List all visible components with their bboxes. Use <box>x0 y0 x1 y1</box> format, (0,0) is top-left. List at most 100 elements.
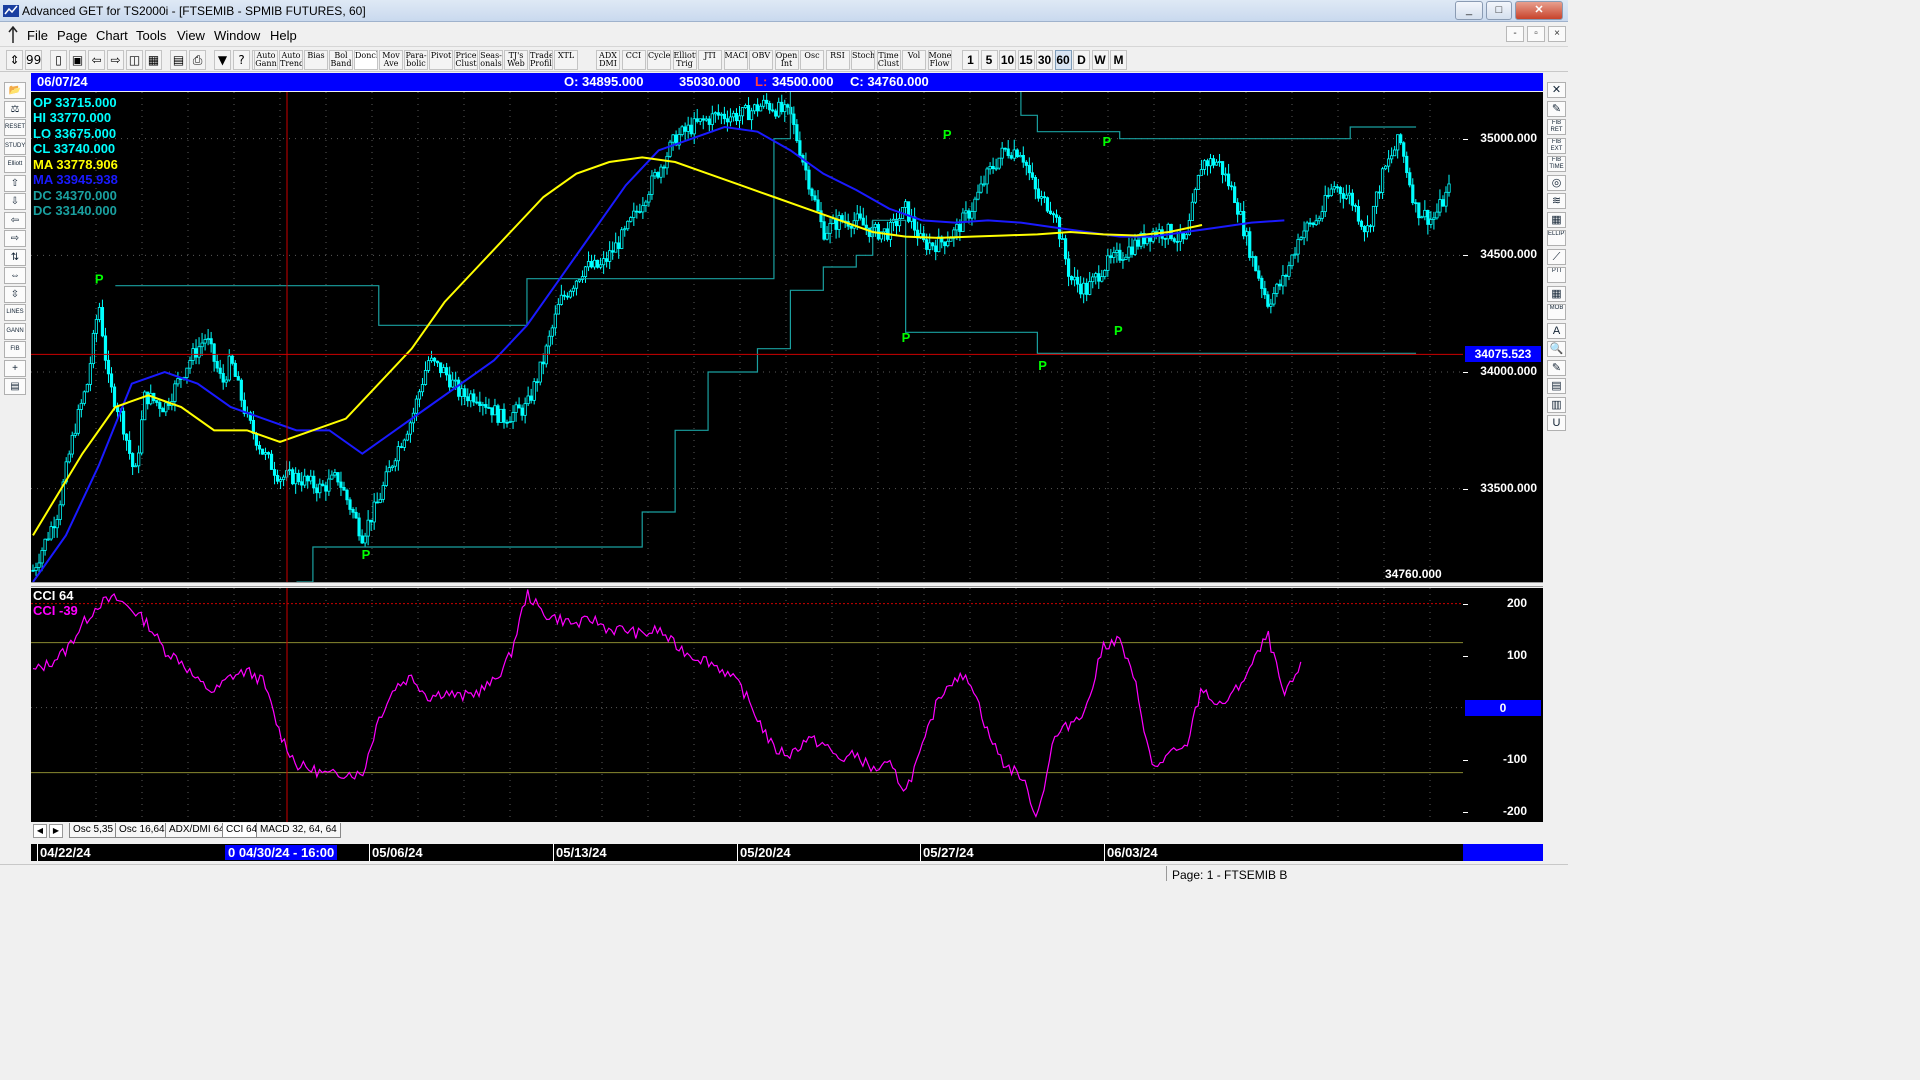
indicator-button-13[interactable]: Money Flow <box>927 50 952 70</box>
menu-window[interactable]: Window <box>214 28 260 43</box>
study-button-5[interactable]: Mov Ave <box>379 50 403 70</box>
left-tool-16[interactable]: ▤ <box>4 378 26 395</box>
right-tool-14[interactable]: 🔍 <box>1547 341 1566 357</box>
menu-page[interactable]: Page <box>57 28 87 43</box>
left-tool-15[interactable]: + <box>4 359 26 377</box>
menu-view[interactable]: View <box>177 28 205 43</box>
price-axis[interactable]: 35000.000 34500.000 34000.000 33500.000 3407… <box>1463 92 1543 582</box>
period-button-15[interactable]: 15 <box>1017 50 1035 70</box>
close-button[interactable]: ✕ <box>1515 1 1563 20</box>
right-tool-3[interactable]: FIB EXT <box>1547 137 1566 154</box>
indicator-button-4[interactable]: JTI <box>698 50 722 70</box>
period-button-60[interactable]: 60 <box>1054 50 1072 70</box>
right-tool-17[interactable]: ▥ <box>1547 396 1566 413</box>
indicator-button-7[interactable]: Open Int <box>774 50 799 70</box>
toolbar-icon-button-3[interactable]: ▣ <box>69 50 86 70</box>
mdi-close-button[interactable]: × <box>1548 26 1566 42</box>
period-button-W[interactable]: W <box>1091 50 1109 70</box>
document-icon[interactable] <box>6 26 20 44</box>
period-button-30[interactable]: 30 <box>1036 50 1053 70</box>
indicator-button-2[interactable]: Cycles <box>647 50 671 70</box>
indicator-button-6[interactable]: OBV <box>749 50 773 70</box>
indicator-tab-1[interactable]: Osc 16,64 <box>115 823 169 838</box>
cci-indicator-pane[interactable]: CCI 64 CCI -39 <box>31 588 1463 822</box>
right-tool-16[interactable]: ▤ <box>1547 378 1566 394</box>
toolbar-icon-button-2[interactable]: ▯ <box>50 50 67 70</box>
period-button-1[interactable]: 1 <box>962 50 979 70</box>
period-button-M[interactable]: M <box>1110 50 1127 70</box>
right-tool-10[interactable]: PTI <box>1547 267 1566 283</box>
pane-divider[interactable] <box>31 582 1543 587</box>
menu-chart[interactable]: Chart <box>96 28 128 43</box>
mdi-minimize-button[interactable]: - <box>1506 26 1524 42</box>
indicator-tab-0[interactable]: Osc 5,35 <box>69 823 118 838</box>
right-tool-8[interactable]: ELLIPS <box>1547 230 1566 246</box>
indicator-button-12[interactable]: Vol <box>902 50 926 70</box>
left-tool-11[interactable]: ⇳ <box>4 285 26 303</box>
study-button-11[interactable]: Trade Profile <box>529 50 553 70</box>
right-tool-1[interactable]: ✎ <box>1547 100 1566 117</box>
left-tool-4[interactable]: Elliott <box>4 156 26 173</box>
cci-chart[interactable] <box>31 588 1463 822</box>
maximize-button[interactable]: □ <box>1486 1 1512 20</box>
indicator-button-3[interactable]: Elliott Trig <box>672 50 697 70</box>
menu-tools[interactable]: Tools <box>136 28 166 43</box>
study-button-0[interactable]: Auto Gann <box>254 50 278 70</box>
toolbar-icon-button-0[interactable]: ⇕ <box>6 50 23 70</box>
toolbar-icon-button-9[interactable]: ⎙ <box>189 50 206 70</box>
right-tool-9[interactable]: ⟋ <box>1547 248 1566 265</box>
left-tool-14[interactable]: FIB <box>4 341 26 358</box>
indicator-button-0[interactable]: ADX DMI <box>596 50 620 70</box>
period-button-5[interactable]: 5 <box>980 50 998 70</box>
toolbar-icon-button-10[interactable]: ▼ <box>214 50 231 70</box>
price-chart[interactable]: P P P P P P P <box>31 92 1463 582</box>
study-button-6[interactable]: Para- bolic <box>404 50 428 70</box>
minimize-button[interactable]: _ <box>1455 1 1483 20</box>
right-tool-4[interactable]: FIB TIME <box>1547 156 1566 172</box>
mdi-restore-button[interactable]: ▫ <box>1527 26 1545 42</box>
study-button-8[interactable]: Price Clust <box>454 50 478 70</box>
right-tool-11[interactable]: ▦ <box>1547 285 1566 302</box>
tab-scroll-left[interactable]: ◀ <box>33 824 47 838</box>
menu-help[interactable]: Help <box>270 28 297 43</box>
tab-scroll-right[interactable]: ▶ <box>49 824 63 838</box>
indicator-button-1[interactable]: CCI <box>621 50 646 70</box>
right-tool-7[interactable]: ▦ <box>1547 211 1566 228</box>
left-tool-0[interactable]: 📂 <box>4 82 26 99</box>
menu-file[interactable]: File <box>27 28 48 43</box>
left-tool-13[interactable]: GANN <box>4 322 26 340</box>
study-button-7[interactable]: Pivot <box>429 50 453 70</box>
left-tool-2[interactable]: RESET <box>4 119 26 136</box>
right-tool-0[interactable]: ✕ <box>1547 82 1566 98</box>
study-button-9[interactable]: Seas- onals <box>479 50 503 70</box>
left-tool-8[interactable]: ⇨ <box>4 230 26 247</box>
left-tool-10[interactable]: ⇔ <box>4 267 26 284</box>
right-tool-15[interactable]: ✎ <box>1547 359 1566 376</box>
left-tool-1[interactable]: ⚖ <box>4 100 26 118</box>
toolbar-icon-button-7[interactable]: ▦ <box>145 50 162 70</box>
toolbar-icon-button-6[interactable]: ◫ <box>126 50 143 70</box>
study-button-1[interactable]: Auto Trend <box>279 50 303 70</box>
right-tool-6[interactable]: ≋ <box>1547 193 1566 209</box>
toolbar-icon-button-1[interactable]: 99 <box>25 50 42 70</box>
toolbar-icon-button-4[interactable]: ⇦ <box>88 50 105 70</box>
cci-axis[interactable]: 200 100 -100 -200 0 <box>1463 588 1543 822</box>
right-tool-2[interactable]: FIB RET <box>1547 119 1566 135</box>
indicator-tab-2[interactable]: ADX/DMI 64 <box>165 823 229 838</box>
left-tool-6[interactable]: ⇩ <box>4 193 26 210</box>
indicator-button-10[interactable]: Stoch <box>851 50 875 70</box>
period-button-D[interactable]: D <box>1073 50 1090 70</box>
study-button-10[interactable]: TJ's Web <box>504 50 528 70</box>
indicator-button-8[interactable]: Osc <box>800 50 824 70</box>
left-tool-5[interactable]: ⇧ <box>4 174 26 192</box>
date-axis[interactable]: 04/22/24 05/06/24 05/13/24 05/20/24 05/27/24… <box>31 844 1543 861</box>
left-tool-9[interactable]: ⇅ <box>4 248 26 266</box>
right-tool-13[interactable]: A <box>1547 322 1566 339</box>
price-chart-pane[interactable]: P P P P P P P OP 33715.000 HI 33770.000 LO 336… <box>31 92 1463 582</box>
toolbar-icon-button-11[interactable]: ? <box>233 50 250 70</box>
indicator-tab-4[interactable]: MACD 32, 64, 64 <box>256 823 341 838</box>
right-tool-5[interactable]: ◎ <box>1547 174 1566 191</box>
left-tool-12[interactable]: LINES <box>4 304 26 321</box>
indicator-button-5[interactable]: MACD <box>723 50 748 70</box>
toolbar-icon-button-5[interactable]: ⇨ <box>107 50 124 70</box>
